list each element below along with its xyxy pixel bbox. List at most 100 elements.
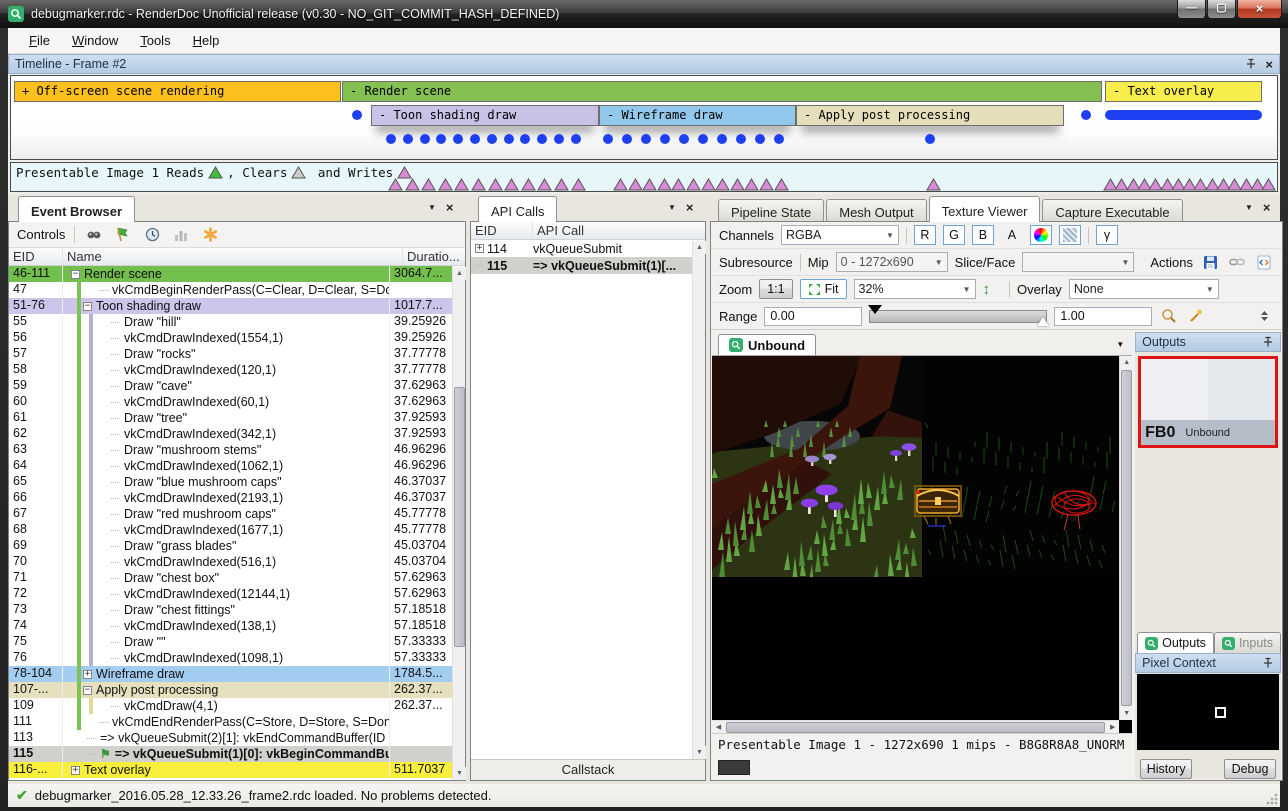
maximize-button[interactable]: ▢ xyxy=(1207,0,1236,19)
range-min-input[interactable]: 0.00 xyxy=(764,307,862,326)
timeline-marker-3[interactable]: - Text overlay xyxy=(1105,81,1262,102)
flip-y-icon[interactable]: ↕ xyxy=(983,281,991,298)
callstack-bar[interactable]: Callstack xyxy=(471,759,705,780)
write-usage-triangle[interactable] xyxy=(730,178,745,191)
range-slider[interactable] xyxy=(869,308,1047,324)
event-browser-scrollbar[interactable]: ▲ ▼ xyxy=(452,267,465,780)
write-usage-triangle[interactable] xyxy=(642,178,657,191)
write-usage-triangle[interactable] xyxy=(671,178,686,191)
timeline-event-dot[interactable] xyxy=(736,134,746,144)
menu-window[interactable]: Window xyxy=(61,30,129,51)
menu-file[interactable]: File xyxy=(18,30,61,51)
timeline-submarker-3[interactable]: - Apply post processing xyxy=(796,105,1064,126)
channel-blue-button[interactable]: B xyxy=(972,225,994,245)
write-usage-triangle[interactable] xyxy=(421,178,436,191)
event-row-eid-62[interactable]: 62vkCmdDrawIndexed(342,1)37.92593 xyxy=(9,426,452,442)
write-usage-triangle[interactable] xyxy=(628,178,643,191)
timeline-submarker-1[interactable]: - Toon shading draw xyxy=(371,105,599,126)
collapse-icon[interactable]: − xyxy=(83,686,92,695)
write-usage-triangle[interactable] xyxy=(686,178,701,191)
goto-eid-flag-icon[interactable] xyxy=(113,225,133,245)
timeline-event-dot[interactable] xyxy=(436,134,446,144)
viewport-hscrollbar[interactable]: ◀ ▶ xyxy=(712,720,1119,733)
write-usage-triangle[interactable] xyxy=(405,178,420,191)
event-row-eid-57[interactable]: 57Draw "rocks"37.77778 xyxy=(9,346,452,362)
timeline-event-dot[interactable] xyxy=(774,134,784,144)
event-row-eid-107-...[interactable]: 107-...−Apply post processing262.37... xyxy=(9,682,452,698)
dock-close-icon[interactable]: × xyxy=(1263,200,1271,215)
save-icon[interactable] xyxy=(1200,252,1220,272)
tab-pipeline-state[interactable]: Pipeline State xyxy=(718,199,824,222)
event-row-eid-111[interactable]: 111vkCmdEndRenderPass(C=Store, D=Store, … xyxy=(9,714,452,730)
write-usage-triangle[interactable] xyxy=(715,178,730,191)
timeline-event-dot[interactable] xyxy=(520,134,530,144)
timeline-event-dot[interactable] xyxy=(453,134,463,144)
dock-menu-icon[interactable]: ▼ xyxy=(668,203,676,212)
event-row-eid-55[interactable]: 55Draw "hill"39.25926 xyxy=(9,314,452,330)
event-row-eid-65[interactable]: 65Draw "blue mushroom caps"46.37037 xyxy=(9,474,452,490)
alpha-checker-button[interactable] xyxy=(1059,225,1081,245)
event-row-eid-69[interactable]: 69Draw "grass blades"45.03704 xyxy=(9,538,452,554)
event-row-eid-113[interactable]: 113=> vkQueueSubmit(2)[1]: vkEndCommandB… xyxy=(9,730,452,746)
output-thumbnail-fb0[interactable]: FB0 Unbound xyxy=(1138,356,1278,448)
timeline-event-dot[interactable] xyxy=(537,134,547,144)
dock-menu-icon[interactable]: ▼ xyxy=(1245,203,1253,212)
timeline-event-dot[interactable] xyxy=(698,134,708,144)
timeline-event-pill[interactable] xyxy=(1105,110,1262,120)
event-row-eid-75[interactable]: 75Draw ""57.33333 xyxy=(9,634,452,650)
event-row-eid-76[interactable]: 76vkCmdDrawIndexed(1098,1)57.33333 xyxy=(9,650,452,666)
write-usage-triangle[interactable] xyxy=(521,178,536,191)
open-code-icon[interactable] xyxy=(1254,252,1274,272)
column-api-call[interactable]: API Call xyxy=(533,222,705,239)
timeline-event-dot[interactable] xyxy=(603,134,613,144)
write-usage-triangle[interactable] xyxy=(488,178,503,191)
zoom-fit-button[interactable]: Fit xyxy=(800,279,847,299)
write-usage-triangle[interactable] xyxy=(571,178,586,191)
zoom-range-magnifier-icon[interactable] xyxy=(1159,306,1179,326)
write-usage-triangle[interactable] xyxy=(774,178,789,191)
statistics-icon[interactable] xyxy=(171,225,191,245)
event-row-eid-115[interactable]: 115⚑=> vkQueueSubmit(1)[0]: vkBeginComma… xyxy=(9,746,452,762)
close-button[interactable]: × xyxy=(1237,0,1282,19)
tab-outputs[interactable]: Outputs xyxy=(1137,632,1214,653)
event-row-eid-78-104[interactable]: 78-104+Wireframe draw1784.5... xyxy=(9,666,452,682)
range-white-marker[interactable] xyxy=(1037,317,1049,326)
collapse-icon[interactable]: − xyxy=(71,270,80,279)
overlay-combo[interactable]: None ▼ xyxy=(1069,279,1219,299)
timeline-event-dot[interactable] xyxy=(1081,110,1091,120)
event-row-eid-47[interactable]: 47vkCmdBeginRenderPass(C=Clear, D=Clear,… xyxy=(9,282,452,298)
mip-combo[interactable]: 0 - 1272x690 ▼ xyxy=(836,252,948,272)
tab-mesh-output[interactable]: Mesh Output xyxy=(826,199,926,222)
dock-close-icon[interactable]: × xyxy=(446,200,454,215)
timeline-event-dot[interactable] xyxy=(352,110,362,120)
range-max-input[interactable]: 1.00 xyxy=(1054,307,1152,326)
channel-green-button[interactable]: G xyxy=(943,225,965,245)
write-usage-triangle[interactable] xyxy=(537,178,552,191)
expand-icon[interactable]: + xyxy=(71,766,80,775)
timeline-event-dot[interactable] xyxy=(755,134,765,144)
column-name[interactable]: Name xyxy=(63,248,403,265)
pin-icon[interactable] xyxy=(1262,336,1274,348)
event-row-eid-67[interactable]: 67Draw "red mushroom caps"45.77778 xyxy=(9,506,452,522)
column-eid[interactable]: EID xyxy=(9,248,63,265)
write-usage-triangle[interactable] xyxy=(744,178,759,191)
event-row-eid-63[interactable]: 63Draw "mushroom stems"46.96296 xyxy=(9,442,452,458)
event-row-eid-51-76[interactable]: 51-76−Toon shading draw1017.7... xyxy=(9,298,452,314)
tab-event-browser[interactable]: Event Browser xyxy=(18,196,135,222)
pixel-context-view[interactable] xyxy=(1137,674,1279,750)
event-row-eid-64[interactable]: 64vkCmdDrawIndexed(1062,1)46.96296 xyxy=(9,458,452,474)
texture-tab-dropdown-icon[interactable]: ▼ xyxy=(1116,340,1124,349)
texture-viewport[interactable]: ▲ ▼ ◀ ▶ xyxy=(712,356,1132,733)
timeline-event-dot[interactable] xyxy=(470,134,480,144)
column-eid[interactable]: EID xyxy=(471,222,533,239)
minimize-button[interactable]: — xyxy=(1177,0,1206,19)
link-icon[interactable] xyxy=(1227,252,1247,272)
event-row-eid-61[interactable]: 61Draw "tree"37.92593 xyxy=(9,410,452,426)
write-usage-triangle[interactable] xyxy=(438,178,453,191)
tab-inputs[interactable]: Inputs xyxy=(1214,632,1281,653)
toolbar-overflow-button[interactable] xyxy=(1254,306,1274,326)
timeline-event-dot[interactable] xyxy=(571,134,581,144)
event-row-eid-56[interactable]: 56vkCmdDrawIndexed(1554,1)39.25926 xyxy=(9,330,452,346)
collapse-icon[interactable]: − xyxy=(83,302,92,311)
zoom-1to1-button[interactable]: 1:1 xyxy=(759,279,792,299)
